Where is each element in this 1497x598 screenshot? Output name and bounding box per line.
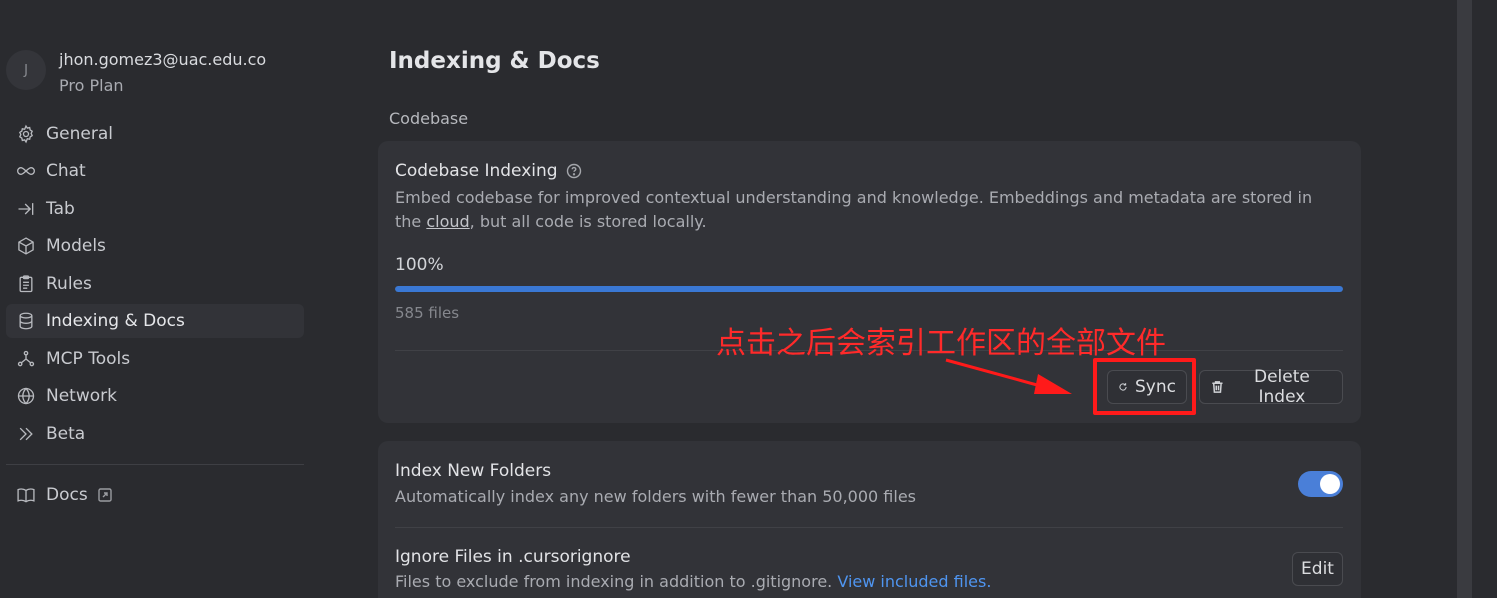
book-icon (15, 484, 37, 506)
delete-index-button-label: Delete Index (1253, 367, 1310, 407)
codebase-indexing-card: Codebase Indexing Embed codebase for imp… (378, 141, 1361, 423)
database-icon (15, 310, 37, 332)
edit-button[interactable]: Edit (1292, 552, 1343, 586)
sidebar: J jhon.gomez3@uac.edu.co Pro Plan Genera… (0, 0, 310, 598)
sidebar-item-docs[interactable]: Docs (6, 478, 304, 512)
sidebar-item-label: Docs (46, 485, 88, 505)
view-included-files-link[interactable]: View included files. (837, 572, 991, 591)
codebase-indexing-title: Codebase Indexing (395, 161, 582, 181)
arrow-right-bar-icon (15, 198, 37, 220)
sidebar-item-network[interactable]: Network (6, 379, 304, 413)
annotation-arrow-icon (945, 358, 1072, 394)
trash-icon (1212, 381, 1223, 393)
user-email: jhon.gomez3@uac.edu.co (59, 50, 267, 69)
sidebar-item-label: Rules (46, 274, 92, 294)
sidebar-item-label: General (46, 124, 113, 144)
progress-percent: 100% (395, 255, 444, 275)
sidebar-item-label: Network (46, 386, 117, 406)
sidebar-divider (6, 464, 304, 465)
section-label-codebase: Codebase (389, 109, 469, 128)
help-icon[interactable] (566, 163, 582, 179)
toggle-knob (1320, 474, 1340, 494)
files-count: 585 files (395, 304, 460, 322)
index-new-folders-title: Index New Folders (395, 461, 552, 481)
cloud-link[interactable]: cloud (426, 212, 469, 231)
sidebar-item-label: Models (46, 236, 106, 256)
sidebar-item-label: Beta (46, 424, 86, 444)
sidebar-item-beta[interactable]: Beta (6, 417, 304, 451)
sidebar-item-general[interactable]: General (6, 117, 304, 151)
sidebar-item-label: Tab (46, 199, 75, 219)
sidebar-item-chat[interactable]: Chat (6, 154, 304, 188)
ignore-files-title: Ignore Files in .cursorignore (395, 547, 631, 567)
row-divider (395, 527, 1343, 528)
sidebar-item-mcp-tools[interactable]: MCP Tools (6, 342, 304, 376)
external-link-icon (98, 488, 112, 502)
infinity-icon (15, 160, 37, 182)
description-text-end: , but all code is stored locally. (469, 212, 707, 231)
sidebar-item-tab[interactable]: Tab (6, 192, 304, 226)
annotation-highlight-box (1093, 358, 1196, 415)
nodes-icon (15, 348, 37, 370)
sidebar-item-indexing-docs[interactable]: Indexing & Docs (6, 304, 304, 338)
double-chevron-icon (15, 423, 37, 445)
codebase-indexing-title-text: Codebase Indexing (395, 161, 558, 181)
globe-icon (15, 385, 37, 407)
index-new-folders-toggle[interactable] (1298, 471, 1343, 497)
window-edge (1472, 0, 1497, 598)
page-title: Indexing & Docs (389, 48, 600, 74)
user-profile: J jhon.gomez3@uac.edu.co Pro Plan (6, 50, 266, 97)
scrollbar[interactable] (1457, 0, 1472, 598)
sidebar-item-label: Chat (46, 161, 86, 181)
ignore-files-description-text: Files to exclude from indexing in additi… (395, 572, 838, 591)
codebase-indexing-description: Embed codebase for improved contextual u… (395, 186, 1325, 234)
ignore-files-description: Files to exclude from indexing in additi… (395, 572, 991, 591)
user-plan: Pro Plan (59, 76, 124, 95)
progress-fill (395, 286, 1343, 292)
sidebar-item-rules[interactable]: Rules (6, 267, 304, 301)
sidebar-item-models[interactable]: Models (6, 229, 304, 263)
gear-icon (15, 123, 37, 145)
cube-icon (15, 235, 37, 257)
progress-bar (395, 286, 1343, 292)
index-new-folders-description: Automatically index any new folders with… (395, 487, 917, 506)
avatar: J (6, 50, 46, 90)
sidebar-item-label: Indexing & Docs (46, 311, 185, 331)
clipboard-icon (15, 273, 37, 295)
delete-index-button[interactable]: Delete Index (1199, 367, 1343, 407)
index-settings-card: Index New Folders Automatically index an… (378, 441, 1361, 598)
sidebar-item-label: MCP Tools (46, 349, 131, 369)
